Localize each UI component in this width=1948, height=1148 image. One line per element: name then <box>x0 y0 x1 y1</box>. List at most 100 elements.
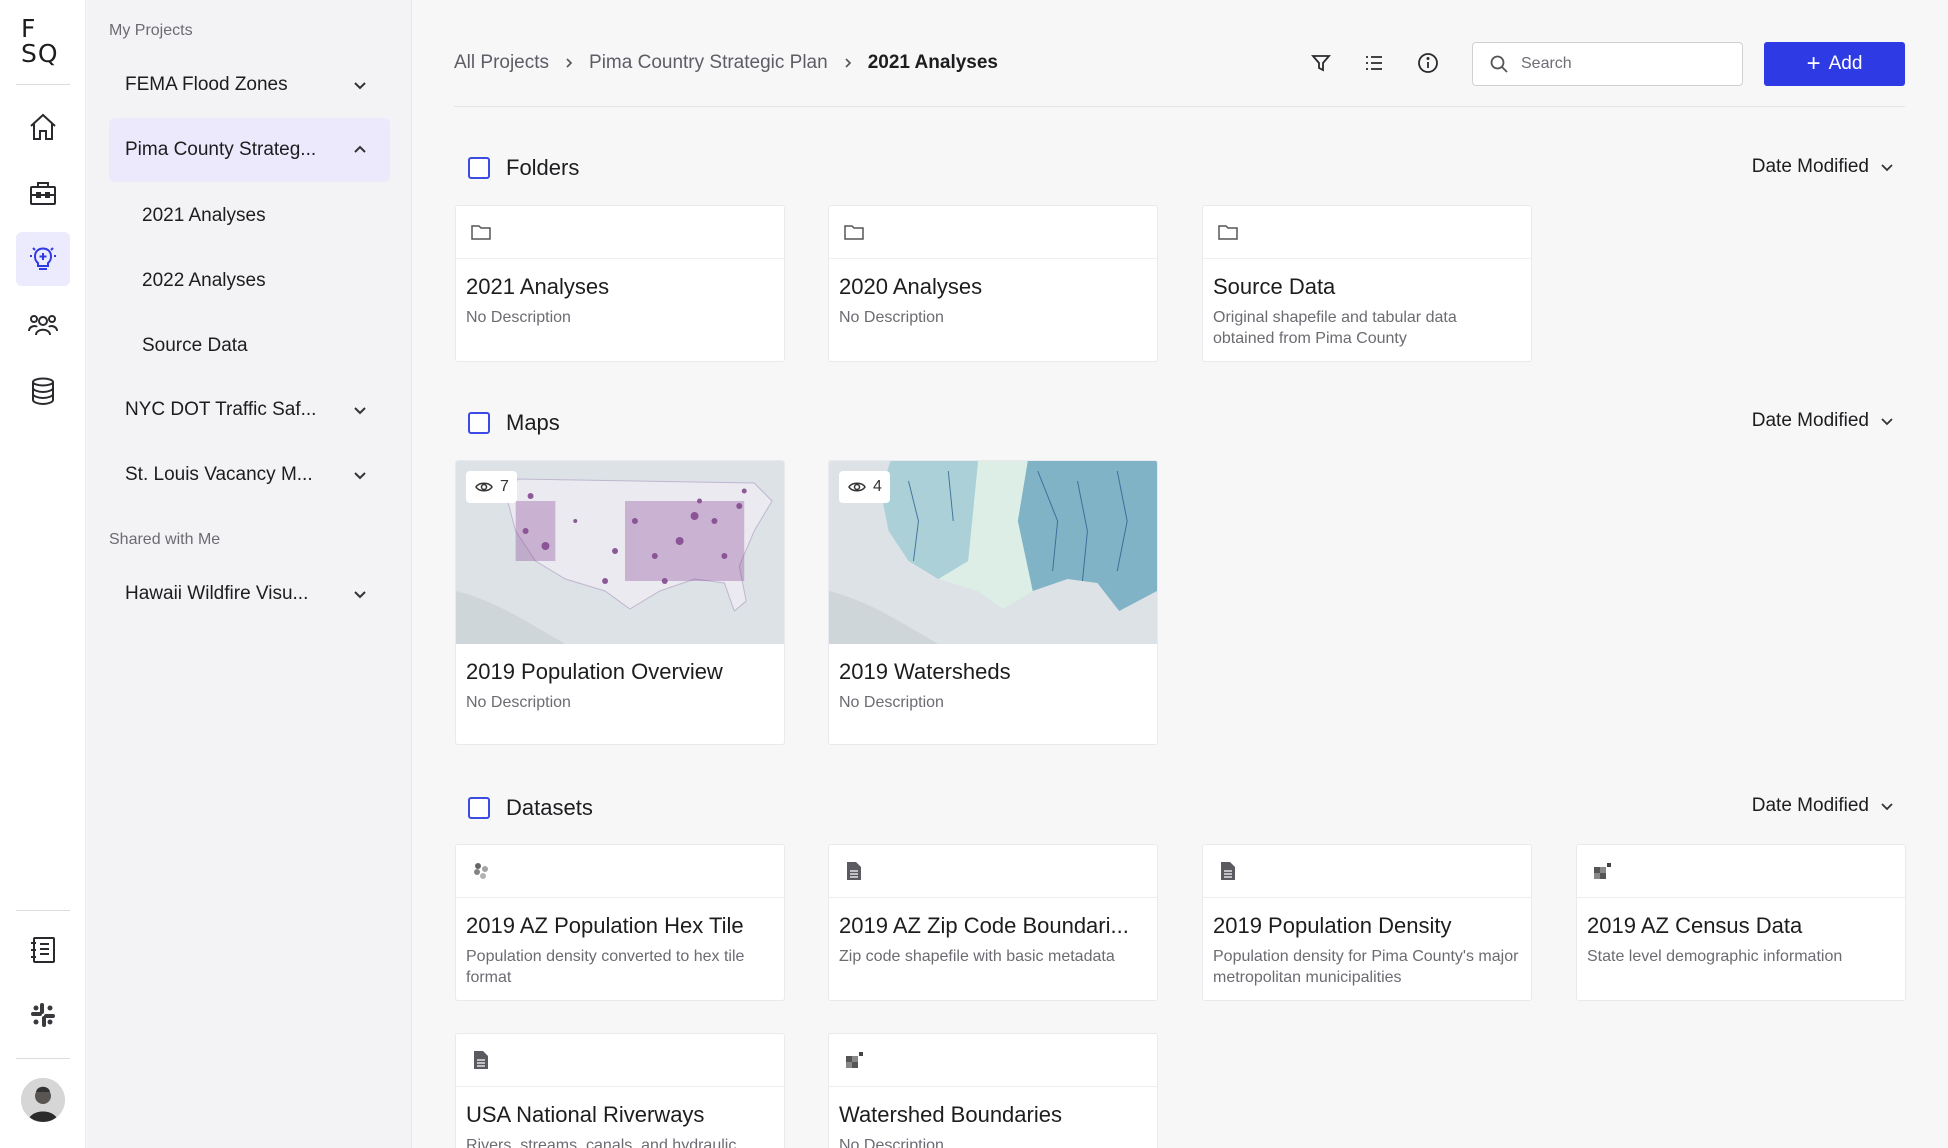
chevron-down-icon <box>1881 164 1893 172</box>
search-placeholder: Search <box>1521 55 1572 72</box>
card-description: Original shapefile and tabular data obta… <box>1213 309 1457 347</box>
datasets-section-header: Datasets <box>468 795 593 821</box>
section-title: Folders <box>506 155 580 180</box>
slack-icon[interactable] <box>16 988 70 1042</box>
project-sidebar: My Projects FEMA Flood Zones Pima County… <box>87 0 412 1148</box>
icon-rail: F SQ <box>0 0 86 1148</box>
rail-divider <box>16 1058 70 1059</box>
notebook-icon[interactable] <box>16 923 70 977</box>
card-title: 2019 Population Overview <box>466 659 723 684</box>
chevron-down-icon[interactable] <box>352 467 368 483</box>
chevron-down-icon[interactable] <box>352 77 368 93</box>
card-description: No Description <box>839 694 944 711</box>
tileset-icon <box>846 1052 863 1068</box>
card-description: No Description <box>466 694 571 711</box>
dataset-card[interactable]: 2019 AZ Zip Code Boundari... Zip code sh… <box>828 844 1158 1001</box>
project-label: Pima County Strateg... <box>125 139 317 160</box>
file-icon <box>1221 862 1235 880</box>
datasets-select-all-checkbox[interactable] <box>468 797 490 819</box>
card-title: 2019 AZ Census Data <box>1587 913 1803 938</box>
card-title: 2019 Population Density <box>1213 913 1452 938</box>
tileset-icon <box>1594 863 1611 879</box>
folder-card[interactable]: 2021 Analyses No Description <box>455 205 785 362</box>
section-title: Datasets <box>506 795 593 820</box>
project-label: St. Louis Vacancy M... <box>125 464 313 485</box>
map-thumbnail-population: 7 <box>456 461 784 644</box>
app-logo[interactable]: F SQ <box>21 16 65 66</box>
list-view-icon[interactable] <box>1363 52 1385 74</box>
dataset-card[interactable]: 2019 AZ Census Data State level demograp… <box>1576 844 1906 1001</box>
card-title: 2021 Analyses <box>466 274 610 299</box>
filter-icon[interactable] <box>1310 52 1332 74</box>
chevron-up-icon[interactable] <box>352 142 368 158</box>
shared-with-me-label: Shared with Me <box>109 531 221 548</box>
search-icon <box>1490 55 1508 73</box>
folders-sort-dropdown[interactable]: Date Modified <box>1752 156 1895 178</box>
card-description: Rivers, streams, canals, and hydraulic <box>466 1137 737 1148</box>
file-icon <box>474 1051 488 1069</box>
project-label: NYC DOT Traffic Saf... <box>125 399 317 420</box>
view-count: 4 <box>873 478 882 495</box>
chevron-down-icon[interactable] <box>352 586 368 602</box>
info-icon[interactable] <box>1417 52 1439 74</box>
breadcrumb-current: 2021 Analyses <box>867 52 998 73</box>
search-input[interactable]: Search <box>1472 42 1743 86</box>
dataset-card[interactable]: 2019 Population Density Population densi… <box>1202 844 1532 1001</box>
card-description: Population density converted to hex tile… <box>466 948 745 986</box>
dataset-card[interactable]: USA National Riverways Rivers, streams, … <box>455 1033 785 1148</box>
chevron-right-icon <box>566 58 573 68</box>
add-button[interactable]: + Add <box>1764 42 1905 86</box>
chevron-down-icon[interactable] <box>352 402 368 418</box>
card-title: Watershed Boundaries <box>839 1102 1062 1127</box>
home-icon[interactable] <box>16 100 70 154</box>
breadcrumb-project[interactable]: Pima Country Strategic Plan <box>589 52 828 74</box>
maps-select-all-checkbox[interactable] <box>468 412 490 434</box>
database-icon[interactable] <box>16 364 70 418</box>
dataset-card[interactable]: 2019 AZ Population Hex Tile Population d… <box>455 844 785 1001</box>
project-label: FEMA Flood Zones <box>125 74 288 95</box>
map-card[interactable]: 4 2019 Watersheds No Description <box>828 460 1158 745</box>
dataset-card[interactable]: Watershed Boundaries No Description <box>828 1033 1158 1148</box>
hex-tile-icon <box>474 863 488 879</box>
folders-section-header: Folders <box>468 155 579 181</box>
file-icon <box>847 862 861 880</box>
section-title: Maps <box>506 410 560 435</box>
folder-icon <box>844 225 864 240</box>
chevron-down-icon <box>1881 418 1893 426</box>
project-item-fema[interactable]: FEMA Flood Zones <box>109 53 390 117</box>
subfolder-item[interactable]: 2022 Analyses <box>142 270 266 292</box>
lightbulb-icon[interactable] <box>16 232 70 286</box>
team-icon[interactable] <box>16 298 70 352</box>
folders-select-all-checkbox[interactable] <box>468 157 490 179</box>
folder-card[interactable]: Source Data Original shapefile and tabul… <box>1202 205 1532 362</box>
subfolder-item[interactable]: Source Data <box>142 335 248 357</box>
breadcrumb: All Projects Pima Country Strategic Plan… <box>454 52 998 74</box>
card-description: No Description <box>466 309 571 326</box>
maps-sort-dropdown[interactable]: Date Modified <box>1752 410 1895 432</box>
folder-card[interactable]: 2020 Analyses No Description <box>828 205 1158 362</box>
card-description: Population density for Pima County's maj… <box>1213 948 1519 986</box>
card-description: State level demographic information <box>1587 948 1843 965</box>
view-count: 7 <box>500 478 509 495</box>
map-card[interactable]: 7 2019 Population Overview No Descriptio… <box>455 460 785 745</box>
folder-icon <box>1218 225 1238 240</box>
sort-label: Date Modified <box>1751 795 1869 816</box>
my-projects-label: My Projects <box>109 22 193 39</box>
briefcase-icon[interactable] <box>16 166 70 220</box>
project-item-pima[interactable]: Pima County Strateg... <box>109 118 390 182</box>
subfolder-item[interactable]: 2021 Analyses <box>142 205 266 227</box>
card-description: No Description <box>839 309 944 326</box>
project-item-st-louis[interactable]: St. Louis Vacancy M... <box>109 443 390 507</box>
add-button-label: Add <box>1828 53 1863 74</box>
rail-divider <box>16 84 70 85</box>
user-avatar[interactable] <box>21 1078 65 1122</box>
project-item-nyc-dot[interactable]: NYC DOT Traffic Saf... <box>109 378 390 442</box>
folder-icon <box>471 225 491 240</box>
datasets-sort-dropdown[interactable]: Date Modified <box>1752 795 1895 817</box>
card-title: 2019 Watersheds <box>839 659 1011 684</box>
view-count-badge: 7 <box>466 471 517 503</box>
breadcrumb-all-projects[interactable]: All Projects <box>454 52 549 74</box>
project-item-hawaii[interactable]: Hawaii Wildfire Visu... <box>109 562 390 626</box>
card-title: Source Data <box>1213 274 1336 299</box>
card-description: Zip code shapefile with basic metadata <box>839 948 1115 965</box>
